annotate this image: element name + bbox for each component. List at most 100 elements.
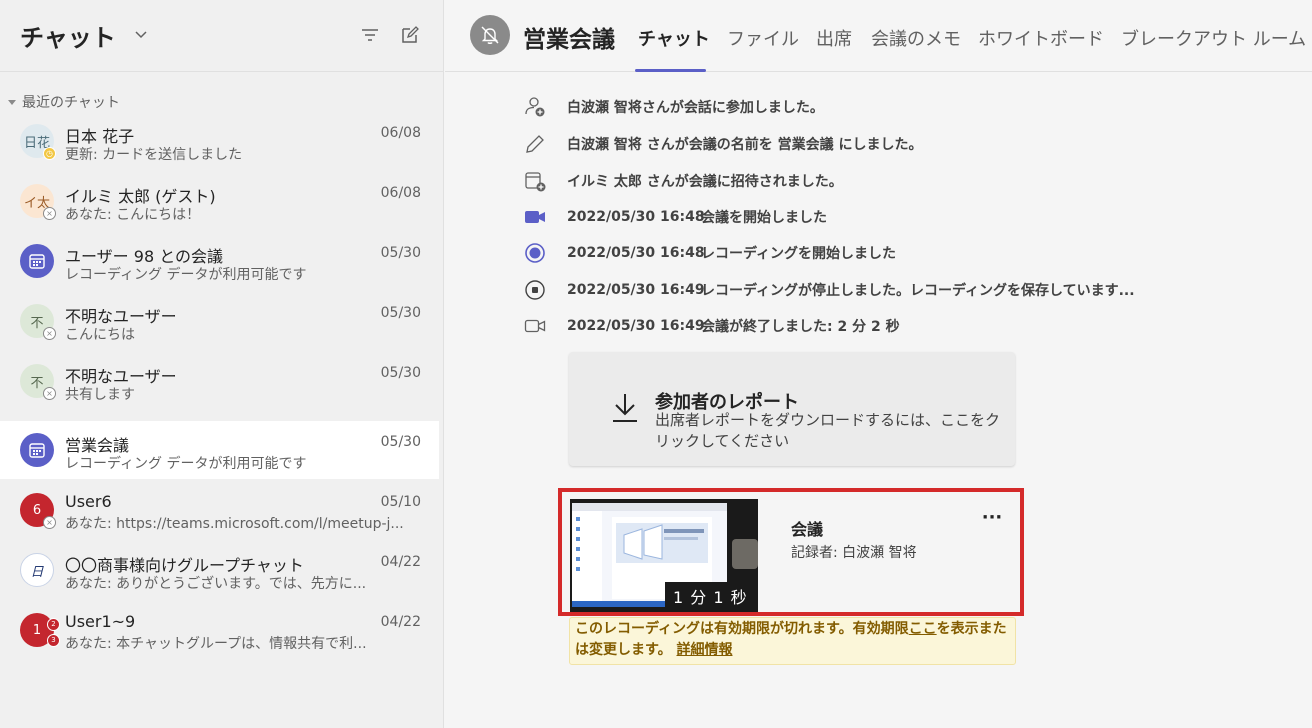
chat-list-item[interactable]: 1 2 3 User1~9 04/22 あなた: 本チャットグループは、情報共有で利... (0, 601, 439, 659)
event-text: イルミ 太郎 さんが会議に招待されました。 (567, 174, 843, 190)
chat-list-title[interactable]: チャット (20, 18, 116, 53)
chat-list-item[interactable]: 日花 ◷ 日本 花子 06/08 更新: カードを送信しました (0, 112, 439, 170)
recording-card[interactable]: 1 分 1 秒 会議 記録者: 白波瀬 智将 ··· (558, 488, 1024, 616)
compose-icon[interactable] (399, 24, 421, 46)
pencil-icon (526, 135, 544, 153)
avatar: 12 3 (20, 613, 60, 647)
section-label-text: 最近のチャット (22, 95, 120, 111)
chat-preview: あなた: https://teams.microsoft.com/l/meetu… (65, 516, 404, 532)
chat-name: User1~9 (65, 612, 136, 631)
chat-date: 04/22 (380, 554, 421, 570)
status-offline-icon: × (43, 516, 56, 529)
status-offline-icon: × (43, 387, 56, 400)
presenter-video-tile (732, 539, 758, 569)
avatar: 日花 ◷ (20, 124, 56, 160)
tab-whiteboard[interactable]: ホワイトボード (978, 25, 1104, 51)
filter-icon[interactable] (359, 24, 381, 46)
caret-down-icon (8, 99, 16, 105)
meeting-title: 営業会議 (523, 27, 615, 53)
event-time: 2022/05/30 16:48 (567, 209, 705, 225)
avatar: 不 × (20, 304, 56, 340)
avatar-initials: 6 (32, 502, 42, 518)
chat-name: User6 (65, 492, 112, 511)
avatar-initials: 1 (32, 622, 42, 638)
tab-chat[interactable]: チャット (638, 25, 710, 51)
event-row: 白波瀬 智将さんが会話に参加しました。 (523, 95, 824, 119)
chat-preview: 更新: カードを送信しました (65, 147, 243, 163)
chat-date: 05/10 (380, 494, 421, 510)
event-row: 2022/05/30 16:49 レコーディングが停止しました。レコーディングを… (523, 278, 1135, 302)
avatar-initials: 日 (30, 564, 44, 580)
chat-date: 06/08 (380, 125, 421, 141)
chat-preview: レコーディング データが利用可能です (65, 456, 307, 472)
event-row: 2022/05/30 16:48 レコーディングを開始しました (523, 241, 896, 265)
event-time: 2022/05/30 16:49 (567, 318, 705, 334)
person-add-icon (525, 97, 545, 117)
video-outline-icon (524, 319, 546, 333)
avatar-initials: 不 (30, 315, 44, 331)
event-row: 2022/05/30 16:48 会議を開始しました (523, 205, 827, 229)
event-time: 2022/05/30 16:48 (567, 245, 705, 261)
chat-preview: あなた: ありがとうございます。では、先方に... (65, 576, 367, 592)
status-away-icon: ◷ (43, 147, 56, 160)
event-text: 白波瀬 智将さんが会話に参加しました。 (567, 100, 824, 116)
chat-date: 06/08 (380, 185, 421, 201)
tab-files[interactable]: ファイル (727, 25, 799, 51)
calendar-avatar-icon (20, 433, 54, 467)
recording-duration: 1 分 1 秒 (665, 582, 756, 610)
chat-preview: あなた: こんにちは！ (65, 207, 201, 223)
chat-preview: 共有します (65, 387, 135, 403)
tab-breakout-rooms[interactable]: ブレークアウト ルーム (1121, 25, 1306, 51)
event-text: レコーディングが停止しました。レコーディングを保存しています... (701, 283, 1135, 299)
active-tab-indicator (635, 69, 706, 72)
expiry-text: このレコーディングは有効期限が切れます。有効期限 (575, 621, 909, 637)
chat-list-item[interactable]: 日〇〇商事様向けグループチャット 04/22 あなた: ありがとうございます。では、… (0, 541, 439, 599)
avatar: 6 × (20, 493, 56, 529)
chat-list-header: チャット (0, 0, 443, 72)
chat-list-item[interactable]: 6 × User6 05/10 あなた: https://teams.microsoft… (0, 481, 439, 539)
status-offline-icon: × (43, 327, 56, 340)
recording-thumbnail[interactable]: 1 分 1 秒 (570, 499, 758, 612)
chat-list-item[interactable]: イ太 × イルミ 太郎 (ゲスト) 06/08 あなた: こんにちは！ (0, 172, 439, 230)
chat-list-item[interactable]: 不 × 不明なユーザー 05/30 こんにちは (0, 292, 439, 350)
event-text: 会議を開始しました (701, 210, 827, 226)
chat-list-item[interactable]: 営業会議 05/30 レコーディング データが利用可能です (0, 421, 439, 479)
avatar: 不 × (20, 364, 56, 400)
conversation-header: 営業会議 チャット ファイル 出席 会議のメモ ホワイトボード ブレークアウト … (445, 0, 1312, 72)
chat-list-item[interactable]: 不 × 不明なユーザー 05/30 共有します (0, 352, 439, 410)
event-row: 2022/05/30 16:49 会議が終了しました: 2 分 2 秒 (523, 314, 900, 338)
avatar: 日 (20, 553, 54, 587)
chat-preview: こんにちは (65, 327, 135, 343)
chat-preview: あなた: 本チャットグループは、情報共有で利... (65, 636, 367, 652)
chat-date: 05/30 (380, 365, 421, 381)
recent-chats-section[interactable]: 最近のチャット (8, 92, 120, 112)
event-text: 会議が終了しました: 2 分 2 秒 (701, 319, 900, 335)
chat-preview: レコーディング データが利用可能です (65, 267, 307, 283)
avatar: イ太 × (20, 184, 56, 220)
chat-list-pane: チャット 最近のチャット 日花 ◷ 日本 花子 06/08 更新: カードを送信しました… (0, 0, 444, 728)
recording-title: 会議 (791, 520, 824, 539)
record-icon (525, 243, 545, 263)
chat-date: 05/30 (380, 245, 421, 261)
stop-icon (525, 280, 545, 300)
chat-date: 05/30 (380, 434, 421, 450)
more-options-button[interactable]: ··· (980, 509, 1004, 532)
report-description: 出席者レポートをダウンロードするには、ここをクリックしてください (655, 411, 1001, 450)
calendar-add-icon (525, 172, 546, 192)
download-icon (613, 394, 637, 422)
tab-meeting-notes[interactable]: 会議のメモ (871, 25, 961, 51)
recording-recorder: 記録者: 白波瀬 智将 (791, 545, 917, 561)
chat-date: 04/22 (380, 614, 421, 630)
group-member-badge: 3 (47, 634, 60, 647)
event-row: イルミ 太郎 さんが会議に招待されました。 (523, 169, 843, 193)
learn-more-link[interactable]: 詳細情報 (676, 642, 732, 658)
event-text: レコーディングを開始しました (701, 246, 897, 262)
attendance-report-card[interactable]: 参加者のレポート 出席者レポートをダウンロードするには、ここをクリックしてくださ… (569, 352, 1015, 466)
chevron-down-icon[interactable] (131, 24, 151, 44)
tab-attendance[interactable]: 出席 (816, 25, 852, 51)
conversation-pane: 営業会議 チャット ファイル 出席 会議のメモ ホワイトボード ブレークアウト … (445, 0, 1312, 728)
chat-list-item[interactable]: ユーザー 98 との会議 05/30 レコーディング データが利用可能です (0, 232, 439, 290)
expiry-here-link[interactable]: ここ (909, 621, 937, 637)
event-row: 白波瀬 智将 さんが会議の名前を 営業会議 にしました。 (523, 132, 923, 156)
event-text: 白波瀬 智将 さんが会議の名前を 営業会議 にしました。 (567, 137, 923, 153)
